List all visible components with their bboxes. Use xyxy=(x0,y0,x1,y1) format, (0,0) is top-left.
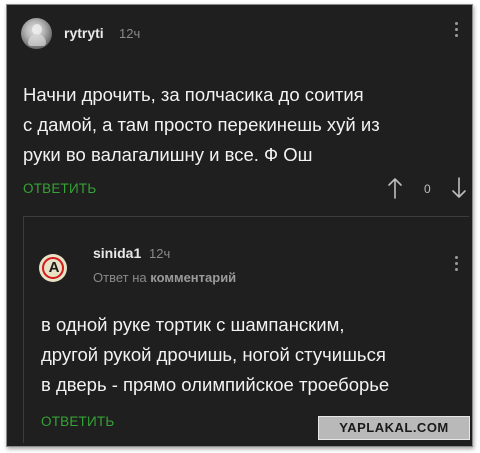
comment-body: Начни дрочить, за полчасика до соития с … xyxy=(23,80,463,170)
reply-body: в одной руке тортик с шампанским, другой… xyxy=(41,310,471,400)
arrow-up-icon[interactable] xyxy=(387,177,403,199)
anarchy-icon: A xyxy=(48,259,60,276)
reply-username[interactable]: sinida1 xyxy=(93,245,141,261)
reply-avatar[interactable]: A xyxy=(39,254,67,282)
reply-line: в дверь - прямо олимпийское троеборье xyxy=(41,374,390,395)
divider xyxy=(23,216,469,217)
reply-line: в одной руке тортик с шампанским, xyxy=(41,314,345,335)
watermark-logo: YAPLAKAL.COM xyxy=(318,416,470,440)
reply-reply-button[interactable]: ОТВЕТИТЬ xyxy=(41,414,114,429)
reply-context: Ответ на комментарий xyxy=(93,270,236,285)
more-vertical-icon[interactable] xyxy=(455,22,459,40)
comment-thread: rytryti 12ч Начни дрочить, за полчасика … xyxy=(6,4,473,447)
reply-time: 12ч xyxy=(149,246,171,261)
user-avatar[interactable] xyxy=(21,18,52,49)
thread-line xyxy=(23,217,24,443)
comment-username[interactable]: rytryti xyxy=(64,25,104,41)
reply-context-prefix: Ответ на xyxy=(93,270,147,285)
comment-line: с дамой, а там просто перекинешь хуй из xyxy=(23,114,380,135)
comment-time: 12ч xyxy=(119,26,141,41)
reply-button[interactable]: ОТВЕТИТЬ xyxy=(23,181,96,196)
vote-count: 0 xyxy=(424,182,431,196)
reply-line: другой рукой дрочишь, ногой стучишься xyxy=(41,344,386,365)
comment-line: руки во валагалишну и все. Ф Ош xyxy=(23,144,313,165)
more-vertical-icon[interactable] xyxy=(455,256,459,274)
avatar-body-shape xyxy=(28,34,46,46)
reply-context-link[interactable]: комментарий xyxy=(150,270,236,285)
comment-line: Начни дрочить, за полчасика до соития xyxy=(23,84,364,105)
arrow-down-icon[interactable] xyxy=(451,177,467,199)
